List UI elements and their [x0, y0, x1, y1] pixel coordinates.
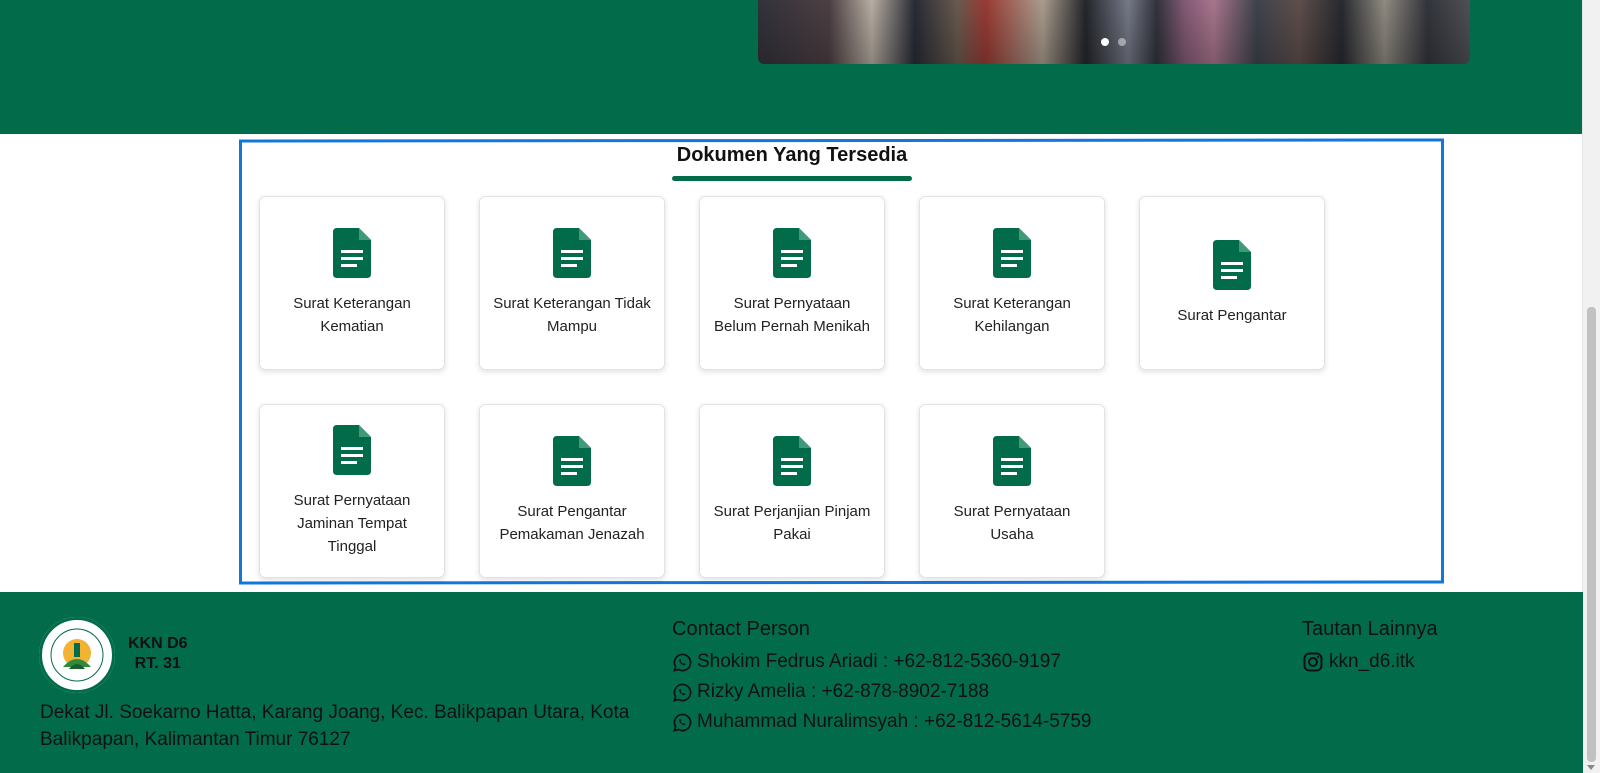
document-card-label: Surat Keterangan Tidak Mampu: [493, 295, 651, 335]
document-card[interactable]: Surat Pernyataan Jaminan Tempat Tinggal: [259, 404, 445, 578]
carousel-image: [758, 0, 1470, 64]
contact-text: Shokim Fedrus Ariadi : +62-812-5360-9197: [697, 651, 1061, 672]
document-card[interactable]: Surat Pernyataan Usaha: [919, 404, 1105, 578]
org-name-line2: RT. 31: [134, 655, 181, 672]
document-icon: [993, 228, 1031, 278]
itk-logo: [39, 617, 115, 693]
document-icon: [333, 424, 371, 475]
document-card-label: Surat Pernyataan Jaminan Tempat Tinggal: [293, 491, 411, 555]
document-icon: [993, 436, 1031, 486]
contact-whatsapp-link[interactable]: Rizky Amelia : +62-878-8902-7188: [673, 681, 989, 703]
carousel-indicator[interactable]: [1118, 38, 1126, 46]
document-card-label: Surat Pengantar Pemakaman Jenazah: [499, 503, 645, 543]
document-icon: [333, 228, 371, 278]
contact-text: Muhammad Nuralimsyah : +62-812-5614-5759: [697, 711, 1092, 732]
contact-whatsapp-link[interactable]: Shokim Fedrus Ariadi : +62-812-5360-9197: [673, 651, 1061, 673]
contact-whatsapp-link[interactable]: Muhammad Nuralimsyah : +62-812-5614-5759: [673, 711, 1091, 733]
instagram-handle: kkn_d6.itk: [1329, 651, 1415, 672]
whatsapp-icon: [673, 653, 692, 672]
links-title: Tautan Lainnya: [1302, 618, 1438, 640]
document-card[interactable]: Surat Pernyataan Belum Pernah Menikah: [699, 196, 885, 370]
document-icon: [1213, 239, 1251, 290]
document-card-label: Surat Perjanjian Pinjam Pakai: [713, 503, 871, 543]
whatsapp-icon: [673, 683, 692, 702]
section-title: Dokumen Yang Tersedia: [676, 144, 908, 166]
carousel-indicator-active[interactable]: [1101, 38, 1109, 46]
instagram-icon: [1303, 652, 1323, 672]
org-name-line1: KKN D6: [128, 635, 188, 652]
document-card[interactable]: Surat Perjanjian Pinjam Pakai: [699, 404, 885, 578]
instagram-link[interactable]: kkn_d6.itk: [1303, 651, 1415, 673]
document-card-label: Surat Keterangan Kematian: [293, 295, 411, 335]
document-card[interactable]: Surat Pengantar: [1139, 196, 1325, 370]
contact-text: Rizky Amelia : +62-878-8902-7188: [697, 681, 990, 702]
document-card-label: Surat Keterangan Kehilangan: [953, 295, 1071, 335]
hero-section: [0, 0, 1583, 134]
document-card-label: Surat Pengantar: [1177, 306, 1287, 324]
page-scrollbar[interactable]: [1582, 0, 1600, 773]
scroll-down-arrow-icon[interactable]: [1587, 765, 1595, 770]
org-name: KKN D6 RT. 31: [128, 634, 188, 674]
whatsapp-icon: [673, 713, 692, 732]
document-icon: [773, 436, 811, 486]
document-card[interactable]: Surat Pengantar Pemakaman Jenazah: [479, 404, 665, 578]
title-underline: [672, 176, 912, 181]
document-card[interactable]: Surat Keterangan Tidak Mampu: [479, 196, 665, 370]
photo-carousel[interactable]: [758, 0, 1470, 64]
scrollbar-thumb[interactable]: [1587, 307, 1596, 762]
footer-address: Dekat Jl. Soekarno Hatta, Karang Joang, …: [40, 702, 630, 750]
document-icon: [553, 228, 591, 278]
document-icon: [553, 436, 591, 486]
document-card-label: Surat Pernyataan Usaha: [953, 503, 1071, 543]
document-card[interactable]: Surat Keterangan Kehilangan: [919, 196, 1105, 370]
document-icon: [773, 228, 811, 278]
contact-title: Contact Person: [672, 618, 810, 640]
document-card[interactable]: Surat Keterangan Kematian: [259, 196, 445, 370]
document-card-label: Surat Pernyataan Belum Pernah Menikah: [714, 295, 870, 335]
